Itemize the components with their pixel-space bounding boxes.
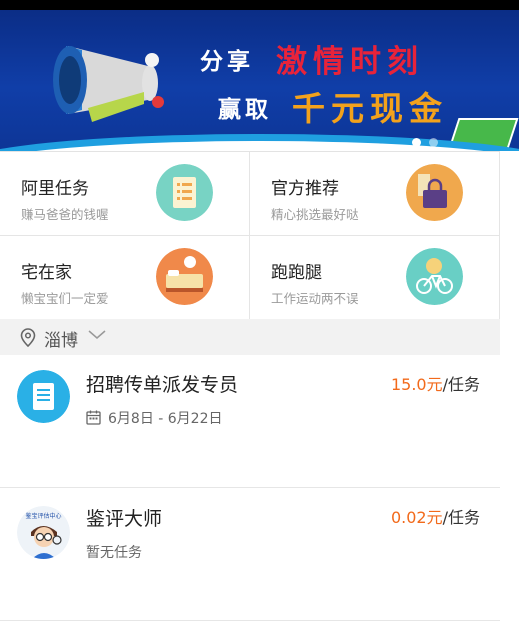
category-stay-home[interactable]: 宅在家 懒宝宝们一定爱 [0,236,250,320]
task-reward-amount: 0.02元 [390,508,443,527]
avatar-logo-text: 鉴宝评估中心 [25,512,61,520]
shopping-bag-icon [406,164,463,221]
task-reward: 15.0元/任务 [391,371,480,395]
task-list-item[interactable]: 招聘传单派发专员 15.0元/任务 6月8日 - 6月22日 [0,355,500,488]
task-reward-unit: /任务 [442,375,480,394]
status-bar [0,0,519,10]
category-title: 跑跑腿 [271,263,322,283]
location-city: 淄博 [44,331,78,351]
category-title: 阿里任务 [21,179,89,199]
document-icon [17,370,70,423]
task-reward-unit: /任务 [442,508,480,527]
category-subtitle: 赚马爸爸的钱喔 [21,207,109,222]
category-title: 宅在家 [21,263,72,283]
promo-banner[interactable]: 分享 激情时刻 赢取 千元现金 [0,10,519,151]
category-title: 官方推荐 [271,179,339,199]
calendar-icon [86,410,101,425]
banner-headline-win: 赢取 [218,96,272,123]
pager-dot[interactable] [429,138,438,147]
category-subtitle: 懒宝宝们一定爱 [21,291,109,306]
chevron-down-icon [88,330,106,339]
pager-dot-active[interactable] [412,138,421,147]
task-list-item[interactable]: 鉴宝评估中心 鉴评大师 0.02元/任务 暂无任务 [0,488,500,621]
banner-pager[interactable] [412,138,438,147]
category-ali-tasks[interactable]: 阿里任务 赚马爸爸的钱喔 [0,152,250,236]
banner-headline-passion: 激情时刻 [276,44,424,80]
banner-headline-cash: 千元现金 [292,89,448,128]
task-date-range: 6月8日 - 6月22日 [108,411,223,427]
megaphone-icon [53,46,164,122]
task-reward: 0.02元/任务 [391,504,480,528]
task-reward-amount: 15.0元 [390,375,443,394]
bicycle-icon [406,248,463,305]
category-subtitle: 精心挑选最好哒 [271,207,359,222]
task-title: 招聘传单派发专员 [86,374,239,396]
task-status: 暂无任务 [86,545,142,561]
task-title: 鉴评大师 [86,508,163,530]
location-selector[interactable]: 淄博 [0,319,500,355]
category-grid: 阿里任务 赚马爸爸的钱喔 官方推荐 精心挑选最好哒 宅在家 懒宝宝们一定爱 跑跑… [0,151,500,320]
category-errands[interactable]: 跑跑腿 工作运动两不误 [250,236,500,320]
appraisal-mascot-avatar: 鉴宝评估中心 [17,506,70,559]
category-official-picks[interactable]: 官方推荐 精心挑选最好哒 [250,152,500,236]
task-list-icon [156,164,213,221]
bed-clock-icon [156,248,213,305]
category-subtitle: 工作运动两不误 [271,291,359,306]
banner-headline-share: 分享 [200,48,254,75]
location-pin-icon [20,328,36,347]
